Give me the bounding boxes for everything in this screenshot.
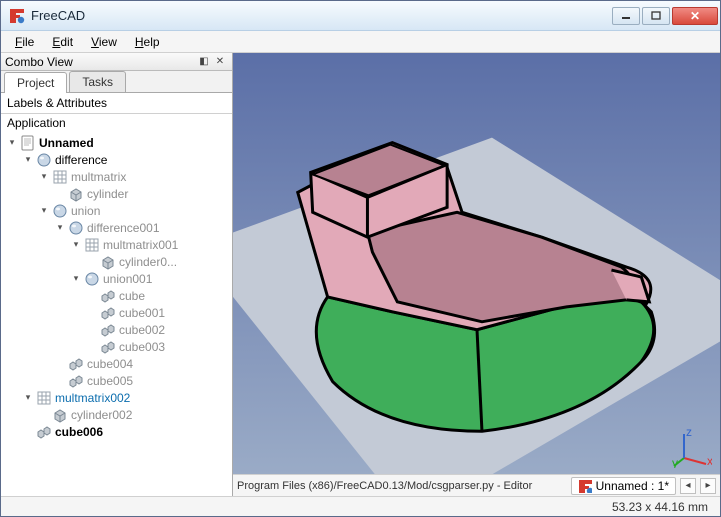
menu-view[interactable]: View [83,33,125,51]
tree-cube001[interactable]: ▾cube001 [87,304,232,321]
tab-prev-button[interactable]: ◂ [680,478,696,494]
cubes-icon [100,288,116,304]
close-button[interactable]: ✕ [672,7,718,25]
panel-float-button[interactable]: ◧ [196,55,212,69]
tree-cube006[interactable]: ▾cube006 [23,423,232,440]
tab-tasks[interactable]: Tasks [69,71,126,92]
tree-cube004[interactable]: ▾cube004 [55,355,232,372]
coord-readout: 53.23 x 44.16 mm [612,500,708,514]
grid-icon [36,390,52,406]
panel-title: Combo View [5,55,73,69]
tree-cube002[interactable]: ▾cube002 [87,321,232,338]
cube-icon [100,254,116,270]
sphere-icon [36,152,52,168]
menubar: File Edit View Help [1,31,720,53]
model-tree[interactable]: ▾ Unnamed ▾ difference [1,132,232,496]
tree-cube003[interactable]: ▾cube003 [87,338,232,355]
tree-cylinder002[interactable]: ▾cylinder002 [39,406,232,423]
combo-view-panel: Combo View ◧ ✕ Project Tasks Labels & At… [1,53,233,496]
tree-difference001[interactable]: ▾ difference001 [55,219,232,236]
tree-difference[interactable]: ▾ difference [23,151,232,168]
tree-cylinder0[interactable]: ▾ cylinder0... [87,253,232,270]
cubes-icon [100,305,116,321]
editor-path: Program Files (x86)/FreeCAD0.13/Mod/csgp… [237,480,567,492]
cubes-icon [68,373,84,389]
menu-edit[interactable]: Edit [44,33,81,51]
svg-text:z: z [686,428,692,439]
maximize-button[interactable] [642,7,670,25]
tree-multmatrix[interactable]: ▾ multmatrix [39,168,232,185]
app-window: FreeCAD ✕ File Edit View Help Combo View… [0,0,721,517]
app-icon [9,8,25,24]
tree-doc-unnamed[interactable]: ▾ Unnamed [7,134,232,151]
doc-tab[interactable]: Unnamed : 1* [571,477,676,495]
svg-text:y: y [672,456,678,468]
3d-viewport[interactable]: x y z Program Files (x86)/FreeCAD0.13/Mo… [233,53,720,496]
svg-text:x: x [707,454,712,468]
sphere-icon [84,271,100,287]
window-title: FreeCAD [31,8,612,23]
cubes-icon [68,356,84,372]
panel-close-button[interactable]: ✕ [212,55,228,69]
tree-union001[interactable]: ▾ union001 [71,270,232,287]
application-label: Application [1,114,232,132]
tree-cylinder[interactable]: ▾ cylinder [55,185,232,202]
cube-icon [52,407,68,423]
tree-multmatrix002[interactable]: ▾ multmatrix002 [23,389,232,406]
axis-gizmo: x y z [672,428,712,468]
sphere-icon [52,203,68,219]
tab-next-button[interactable]: ▸ [700,478,716,494]
panel-tabs: Project Tasks [1,71,232,93]
cubes-icon [100,322,116,338]
cube-icon [68,186,84,202]
tab-project[interactable]: Project [4,72,67,93]
minimize-button[interactable] [612,7,640,25]
cubes-icon [36,424,52,440]
menu-help[interactable]: Help [127,33,168,51]
menu-file[interactable]: File [7,33,42,51]
section-labels: Labels & Attributes [1,93,232,114]
cubes-icon [100,339,116,355]
grid-icon [52,169,68,185]
titlebar[interactable]: FreeCAD ✕ [1,1,720,31]
grid-icon [84,237,100,253]
panel-header[interactable]: Combo View ◧ ✕ [1,53,232,71]
tree-union[interactable]: ▾ union [39,202,232,219]
viewport-statusbar: Program Files (x86)/FreeCAD0.13/Mod/csgp… [233,474,720,496]
tree-multmatrix001[interactable]: ▾ multmatrix001 [71,236,232,253]
statusbar: 53.23 x 44.16 mm [1,496,720,516]
tree-cube[interactable]: ▾cube [87,287,232,304]
document-icon [20,135,36,151]
sphere-icon [68,220,84,236]
tree-cube005[interactable]: ▾cube005 [55,372,232,389]
